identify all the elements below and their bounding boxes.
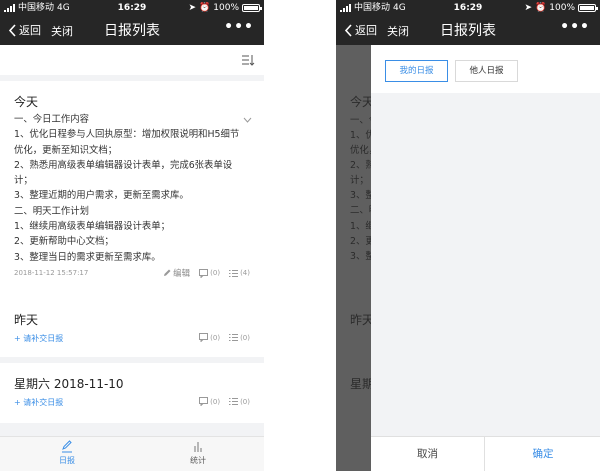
others-reports-option[interactable]: 他人日报 xyxy=(455,60,518,82)
cancel-button[interactable]: 取消 xyxy=(371,437,485,471)
location-icon: ➤ xyxy=(188,3,197,13)
report-line: 计； xyxy=(14,175,33,187)
nav-bar: 返回 关闭 日报列表 ••• xyxy=(336,16,600,45)
location-icon: ➤ xyxy=(524,3,533,13)
drawer-footer: 取消 确定 xyxy=(371,436,600,471)
top-header: 中国移动 4G 16:29 ➤ ⏰ 100% 返回 关闭 日报列表 ••• xyxy=(336,0,600,45)
comment-icon xyxy=(199,333,209,342)
battery-percent: 100% xyxy=(213,3,239,13)
daily-report-list-screen: 中国移动 4G 16:29 ➤ ⏰ 100% 返回 关闭 日报列表 ••• 今天… xyxy=(0,0,264,471)
battery-icon xyxy=(242,4,262,12)
tab-daily-label: 日报 xyxy=(59,456,75,465)
edit-icon xyxy=(164,269,171,276)
report-day: 今天 xyxy=(14,95,39,109)
read-list-button[interactable]: (0) xyxy=(229,333,250,342)
top-header: 中国移动 4G 16:29 ➤ ⏰ 100% 返回 关闭 日报列表 ••• xyxy=(0,0,264,45)
report-card-saturday[interactable]: 星期六 2018-11-10 + 请补交日报 (0) (0) xyxy=(0,363,264,423)
edit-label: 编辑 xyxy=(173,269,191,279)
filter-drawer: 我的日报 他人日报 取消 确定 xyxy=(371,45,600,471)
report-card-yesterday[interactable]: 昨天 + 请补交日报 (0) (0) xyxy=(0,299,264,357)
report-day: 昨天 xyxy=(14,313,39,327)
status-bar: 中国移动 4G 16:29 ➤ ⏰ 100% xyxy=(336,0,600,16)
report-line: 二、明天工作计划 xyxy=(14,205,90,217)
confirm-button[interactable]: 确定 xyxy=(486,437,600,471)
filter-icon[interactable] xyxy=(241,54,255,66)
read-list-icon xyxy=(229,269,239,277)
filter-bar xyxy=(0,45,264,75)
report-timestamp: 2018-11-12 15:57:17 xyxy=(14,269,89,277)
battery-percent: 100% xyxy=(549,3,575,13)
comment-count: (0) xyxy=(210,397,221,406)
more-icon[interactable]: ••• xyxy=(560,19,590,35)
read-count: (0) xyxy=(240,397,250,406)
report-line: 1、优化日程参与人回执原型：增加权限说明和H5细节 xyxy=(14,129,240,141)
report-line: 2、熟悉用高级表单编辑器设计表单，完成6张表单设 xyxy=(14,159,233,171)
comment-count: (0) xyxy=(210,333,221,342)
my-reports-option[interactable]: 我的日报 xyxy=(385,60,448,82)
alarm-icon: ⏰ xyxy=(535,3,547,13)
comment-icon xyxy=(199,397,209,406)
comment-button[interactable]: (0) xyxy=(199,333,220,342)
report-day: 星期六 2018-11-10 xyxy=(14,377,124,391)
comment-button[interactable]: (0) xyxy=(199,397,220,406)
report-scope-selector: 我的日报 他人日报 xyxy=(371,45,600,93)
report-list: 今天 一、今日工作内容 1、优化日程参与人回执原型：增加权限说明和H5细节 优化… xyxy=(0,45,264,436)
report-line: 一、今日工作内容 xyxy=(14,114,90,125)
report-actions: 编辑 (0) (4) xyxy=(163,267,250,279)
nav-bar: 返回 关闭 日报列表 ••• xyxy=(0,16,264,45)
comment-count: (0) xyxy=(210,269,221,277)
read-list-button[interactable]: (4) xyxy=(229,269,250,278)
read-list-button[interactable]: (0) xyxy=(229,397,250,406)
report-card-today[interactable]: 今天 一、今日工作内容 1、优化日程参与人回执原型：增加权限说明和H5细节 优化… xyxy=(0,81,264,331)
bottom-tab-bar: 日报 统计 xyxy=(0,436,264,471)
filter-drawer-screen: 中国移动 4G 16:29 ➤ ⏰ 100% 返回 关闭 日报列表 ••• 今天… xyxy=(336,0,600,471)
report-actions: (0) (0) xyxy=(199,333,250,342)
report-line: 2、更新帮助中心文档； xyxy=(14,236,114,248)
report-line: 1、继续用高级表单编辑器设计表单； xyxy=(14,221,170,233)
report-content: 一、今日工作内容 1、优化日程参与人回执原型：增加权限说明和H5细节 优化，更新… xyxy=(14,112,252,265)
report-line: 3、整理近期的用户需求，更新至需求库。 xyxy=(14,190,189,202)
report-line: 优化，更新至知识文档； xyxy=(14,144,118,156)
read-count: (0) xyxy=(240,333,250,342)
more-icon[interactable]: ••• xyxy=(224,19,254,35)
battery-icon xyxy=(578,4,598,12)
report-line: 3、整理当日的需求更新至需求库。 xyxy=(14,251,161,263)
comment-icon xyxy=(199,268,209,278)
tab-daily[interactable]: 日报 xyxy=(37,440,97,466)
status-bar: 中国移动 4G 16:29 ➤ ⏰ 100% xyxy=(0,0,264,16)
report-actions: (0) (0) xyxy=(199,397,250,406)
tab-stats-label: 统计 xyxy=(190,456,206,465)
supplement-report-link[interactable]: + 请补交日报 xyxy=(14,397,63,408)
read-count: (4) xyxy=(240,269,250,277)
read-list-icon xyxy=(229,334,239,341)
comment-button[interactable]: (0) xyxy=(199,268,221,278)
pen-icon xyxy=(62,440,72,453)
read-list-icon xyxy=(229,398,239,405)
dimmed-report-line: 计； xyxy=(350,175,369,186)
tab-stats[interactable]: 统计 xyxy=(168,440,228,466)
stats-icon xyxy=(194,442,202,452)
edit-button[interactable]: 编辑 xyxy=(163,267,190,279)
supplement-report-link[interactable]: + 请补交日报 xyxy=(14,333,63,344)
alarm-icon: ⏰ xyxy=(199,3,211,13)
